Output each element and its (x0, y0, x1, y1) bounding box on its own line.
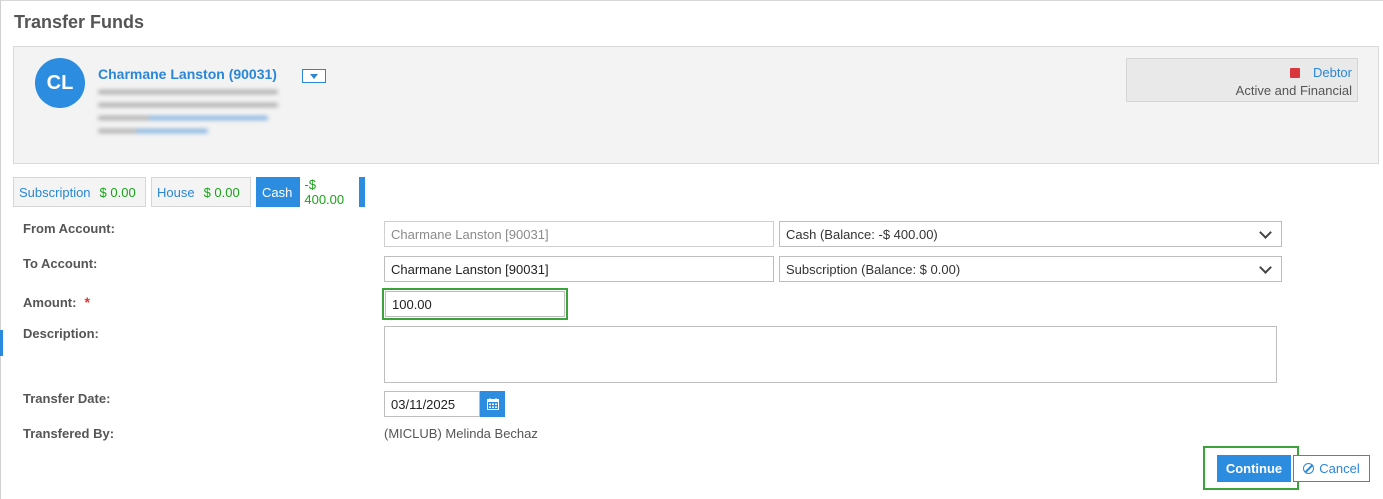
to-account-select[interactable]: Subscription (Balance: $ 0.00) (779, 256, 1282, 282)
status-type-label: Debtor (1312, 65, 1352, 80)
calendar-button[interactable] (480, 391, 505, 417)
to-member-field[interactable]: Charmane Lanston [90031] (384, 256, 774, 282)
transferred-by-value: (MICLUB) Melinda Bechaz (384, 426, 538, 441)
calendar-icon (486, 398, 499, 410)
from-account-select-value: Cash (Balance: -$ 400.00) (786, 226, 938, 242)
chevron-down-icon (1259, 225, 1272, 239)
description-textarea[interactable] (384, 326, 1277, 383)
account-tab-amount: $ 0.00 (203, 184, 240, 200)
account-tab-label: House (157, 184, 195, 200)
account-tab-label: Subscription (19, 184, 91, 200)
account-tab-label: Cash (262, 184, 293, 200)
description-label: Description: (23, 326, 99, 341)
transfer-date-label: Transfer Date: (23, 391, 111, 406)
caret-down-icon (310, 73, 318, 79)
account-tab-amount: -$ 400.00 (300, 175, 359, 209)
to-account-select-value: Subscription (Balance: $ 0.00) (786, 261, 961, 277)
page-title: Transfer Funds (14, 12, 145, 32)
status-text: Active and Financial (1235, 83, 1352, 98)
chevron-down-icon (1259, 260, 1272, 274)
transfer-date-input[interactable] (384, 391, 480, 417)
account-tab-amount: $ 0.00 (99, 184, 136, 200)
account-tab-cash[interactable]: Cash -$ 400.00 (256, 175, 365, 209)
cancel-button-label: Cancel (1319, 461, 1360, 476)
member-name-link[interactable]: Charmane Lanston (90031) (98, 66, 277, 82)
from-member-field: Charmane Lanston [90031] (384, 221, 774, 247)
amount-label: Amount: * (23, 294, 90, 310)
amount-label-text: Amount: (23, 295, 77, 310)
member-status-box: Debtor Active and Financial (1126, 58, 1358, 102)
account-tab-house[interactable]: House $ 0.00 (151, 177, 251, 207)
top-border (0, 0, 1383, 1)
transferred-by-label: Transfered By: (23, 426, 115, 441)
redacted-member-details (98, 90, 278, 142)
member-dropdown-button[interactable] (302, 69, 326, 83)
member-summary-panel: CL Charmane Lanston (90031) Debtor Activ… (13, 46, 1379, 164)
status-square-icon (1290, 68, 1300, 78)
avatar: CL (35, 58, 85, 108)
from-account-label: From Account: (23, 221, 115, 236)
amount-input[interactable] (385, 291, 565, 317)
account-tab-subscription[interactable]: Subscription $ 0.00 (13, 177, 146, 207)
left-border (0, 0, 1, 499)
cancel-button[interactable]: Cancel (1293, 455, 1370, 482)
continue-button[interactable]: Continue (1217, 455, 1291, 482)
to-account-label: To Account: (23, 256, 98, 271)
from-account-select[interactable]: Cash (Balance: -$ 400.00) (779, 221, 1282, 247)
required-marker: * (84, 294, 90, 310)
left-edge-marker (0, 330, 3, 356)
ban-icon (1303, 463, 1315, 474)
